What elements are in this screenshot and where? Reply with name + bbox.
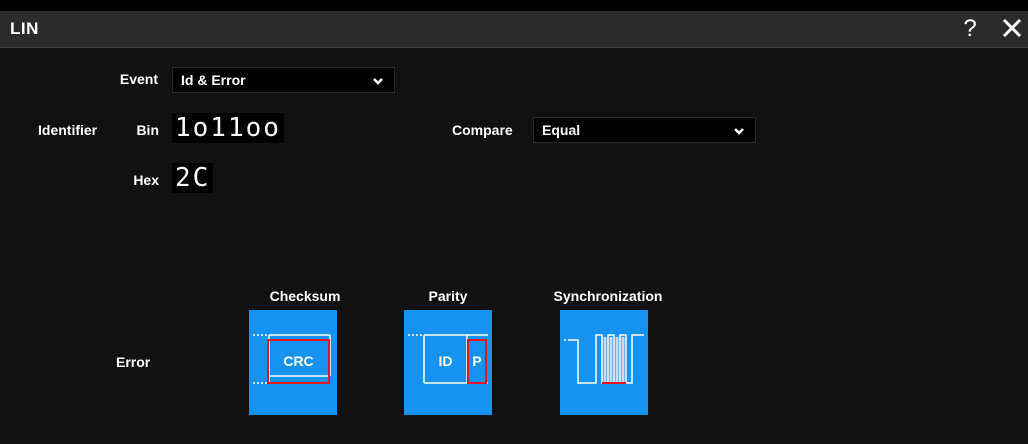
- parity-id-text: ID: [438, 353, 453, 369]
- compare-value: Equal: [542, 122, 581, 138]
- event-value: Id & Error: [181, 72, 246, 88]
- synchronization-icon: [564, 334, 644, 384]
- error-label: Error: [116, 354, 151, 370]
- parity-label: Parity: [428, 288, 468, 304]
- event-select[interactable]: Id & Error: [172, 67, 395, 93]
- checksum-button[interactable]: CRC: [249, 310, 337, 415]
- bin-label: Bin: [136, 122, 159, 138]
- help-button[interactable]: ?: [958, 15, 982, 43]
- chevron-down-icon: [733, 124, 745, 136]
- checksum-icon-text: CRC: [283, 353, 314, 369]
- chevron-down-icon: [372, 74, 384, 86]
- window-title: LIN: [10, 19, 39, 38]
- synchronization-button[interactable]: [560, 310, 648, 415]
- synchronization-label: Synchronization: [553, 288, 663, 304]
- parity-button[interactable]: ID P: [404, 310, 492, 415]
- hex-value-input[interactable]: 2C: [172, 163, 214, 193]
- dialog-content: [0, 48, 1028, 444]
- event-label: Event: [119, 71, 158, 87]
- checksum-label: Checksum: [269, 288, 341, 304]
- identifier-label: Identifier: [38, 122, 98, 138]
- title-bar: LIN ?: [0, 11, 1028, 48]
- bin-value-input[interactable]: 1o11oo: [172, 113, 284, 143]
- close-icon[interactable]: [997, 13, 1027, 43]
- hex-label: Hex: [133, 172, 159, 188]
- compare-select[interactable]: Equal: [533, 117, 756, 143]
- top-strip: [0, 0, 1028, 11]
- parity-p-text: P: [472, 353, 482, 369]
- compare-label: Compare: [452, 122, 513, 138]
